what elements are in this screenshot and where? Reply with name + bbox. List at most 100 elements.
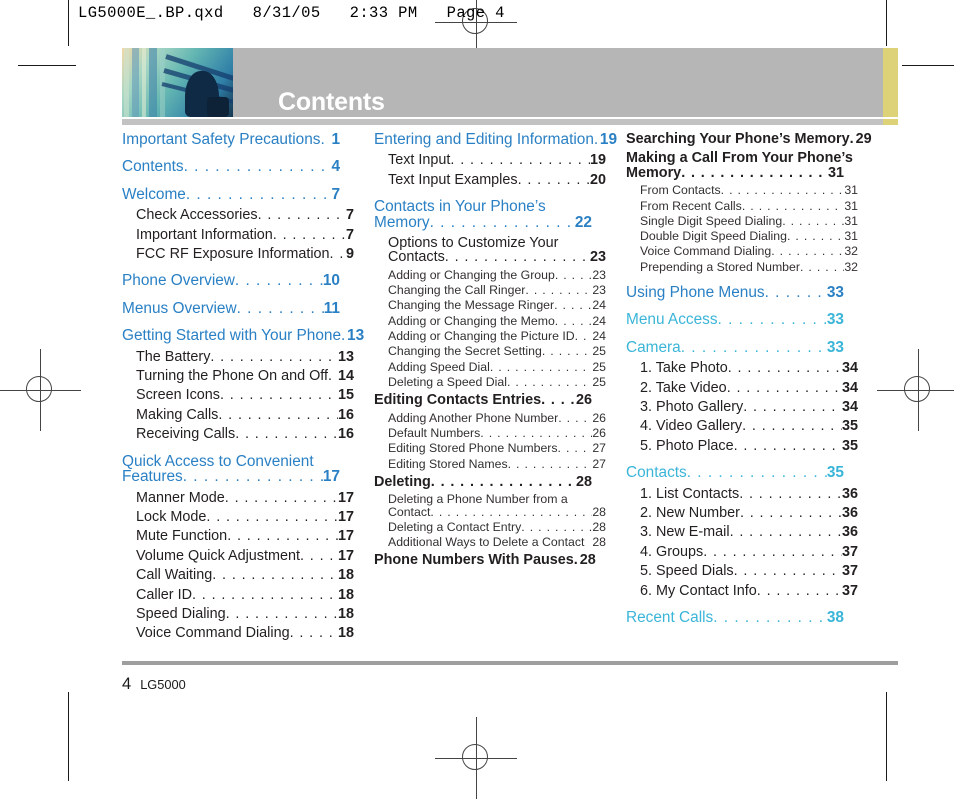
toc-entry[interactable]: Call Waiting . . . . . . . . . . . . . .… — [122, 568, 354, 583]
toc-entry[interactable]: Memory . . . . . . . . . . . . . . . . .… — [374, 214, 592, 230]
toc-entry-label: 3. New E-mail — [640, 524, 730, 541]
toc-entry[interactable]: Adding or Changing the Picture ID . . . … — [374, 330, 606, 343]
crop-mark-top-right-vertical — [886, 0, 888, 46]
toc-entry[interactable]: Welcome . . . . . . . . . . . . . . . . … — [122, 186, 340, 202]
toc-entry[interactable]: Contacts . . . . . . . . . . . . . . . .… — [374, 250, 606, 265]
toc-entry[interactable]: Caller ID . . . . . . . . . . . . . . . … — [122, 586, 354, 603]
toc-entry[interactable]: Editing Stored Phone Numbers . . . . . .… — [374, 442, 606, 455]
toc-entry-page: 31 — [844, 183, 858, 198]
toc-entry[interactable]: Contacts . . . . . . . . . . . . . . . .… — [626, 464, 844, 482]
crop-mark-bottom-left-vertical — [68, 692, 70, 781]
toc-entry[interactable]: 1. Take Photo . . . . . . . . . . . . . … — [626, 361, 858, 376]
toc-entry-label: Contacts — [626, 464, 687, 482]
toc-entry[interactable]: Using Phone Menus . . . . . . . . . . . … — [626, 285, 844, 301]
toc-entry[interactable]: 2. Take Video . . . . . . . . . . . . . … — [626, 380, 858, 395]
toc-entry[interactable]: Check Accessories . . . . . . . . . . . … — [122, 208, 354, 223]
toc-entry[interactable]: Menu Access . . . . . . . . . . . . . . … — [626, 311, 844, 329]
toc-entry[interactable]: From Contacts . . . . . . . . . . . . . … — [626, 183, 858, 198]
toc-entry[interactable]: Searching Your Phone’s Memory . . . . . … — [626, 132, 872, 147]
toc-entry[interactable]: Adding or Changing the Group . . . . . .… — [374, 268, 606, 282]
toc-entry[interactable]: Volume Quick Adjustment . . . . . . . . … — [122, 547, 354, 564]
toc-entry-page: 25 — [592, 359, 606, 374]
toc-leader-dots: . . . . . . . . . . . . . . . . . . . . … — [557, 442, 593, 455]
toc-entry[interactable]: 1. List Contacts . . . . . . . . . . . .… — [626, 486, 858, 501]
toc-entry[interactable]: Camera . . . . . . . . . . . . . . . . .… — [626, 339, 844, 355]
toc-entry[interactable]: Voice Command Dialing . . . . . . . . . … — [122, 626, 354, 641]
toc-entry[interactable]: Speed Dialing . . . . . . . . . . . . . … — [122, 605, 354, 622]
toc-entry-page: 34 — [841, 399, 858, 416]
toc-entry[interactable]: Contents . . . . . . . . . . . . . . . .… — [122, 159, 340, 175]
toc-entry[interactable]: 3. Photo Gallery . . . . . . . . . . . .… — [626, 399, 858, 416]
toc-entry[interactable]: From Recent Calls . . . . . . . . . . . … — [626, 199, 858, 212]
toc-entry-page: 18 — [337, 586, 354, 603]
toc-entry[interactable]: FCC RF Exposure Information . . . . . . … — [122, 247, 354, 262]
toc-entry-label: Menu Access — [626, 311, 718, 329]
toc-entry[interactable]: Memory . . . . . . . . . . . . . . . . .… — [626, 165, 844, 180]
toc-entry[interactable]: Turning the Phone On and Off . . . . . .… — [122, 369, 354, 384]
toc-entry[interactable]: Double Digit Speed Dialing . . . . . . .… — [626, 230, 858, 243]
toc-entry[interactable]: 4. Groups . . . . . . . . . . . . . . . … — [626, 544, 858, 559]
toc-entry[interactable]: Manner Mode . . . . . . . . . . . . . . … — [122, 490, 354, 505]
toc-entry[interactable]: Getting Started with Your Phone . . . . … — [122, 328, 364, 344]
toc-entry[interactable]: Additional Ways to Delete a Contact 28 — [374, 536, 606, 549]
toc-leader-dots: . . . . . . . . . . . . . . . . . . . . … — [329, 247, 346, 262]
toc-entry[interactable]: Menus Overview . . . . . . . . . . . . .… — [122, 299, 340, 317]
toc-entry[interactable]: Changing the Message Ringer . . . . . . … — [374, 298, 606, 313]
toc-leader-dots: . . . . . . . . . . . . . . . . . . . . … — [554, 268, 593, 282]
toc-entry[interactable]: Contacts in Your Phone’s — [374, 199, 592, 215]
toc-entry-page: 26 — [592, 410, 606, 425]
toc-entry[interactable]: Screen Icons . . . . . . . . . . . . . .… — [122, 387, 354, 404]
toc-entry[interactable]: 6. My Contact Info . . . . . . . . . . .… — [626, 583, 858, 598]
toc-entry[interactable]: Single Digit Speed Dialing . . . . . . .… — [626, 215, 858, 228]
toc-entry[interactable]: Lock Mode . . . . . . . . . . . . . . . … — [122, 509, 354, 524]
toc-entry[interactable]: Quick Access to Convenient — [122, 453, 340, 469]
toc-entry-label: Phone Overview — [122, 272, 235, 290]
toc-entry[interactable]: Adding Another Phone Number . . . . . . … — [374, 410, 606, 425]
toc-entry[interactable]: Voice Command Dialing . . . . . . . . . … — [626, 245, 858, 258]
toc-entry[interactable]: Editing Contacts Entries . . . . . . . .… — [374, 393, 592, 408]
toc-entry[interactable]: Recent Calls . . . . . . . . . . . . . .… — [626, 610, 844, 626]
toc-entry[interactable]: Prepending a Stored Number . . . . . . .… — [626, 260, 858, 273]
toc-entry[interactable]: Default Numbers . . . . . . . . . . . . … — [374, 427, 606, 440]
toc-entry[interactable]: Deleting a Contact Entry . . . . . . . .… — [374, 521, 606, 534]
toc-entry[interactable]: 5. Photo Place . . . . . . . . . . . . .… — [626, 438, 858, 453]
toc-leader-dots: . . . . . . . . . . . . . . . . . . . . … — [234, 273, 323, 289]
toc-entry[interactable]: Adding Speed Dial . . . . . . . . . . . … — [374, 359, 606, 374]
toc-entry[interactable]: 5. Speed Dials . . . . . . . . . . . . .… — [626, 563, 858, 580]
toc-entry-page: 11 — [323, 299, 340, 317]
toc-entry[interactable]: Adding or Changing the Memo . . . . . . … — [374, 314, 606, 327]
toc-entry[interactable]: The Battery . . . . . . . . . . . . . . … — [122, 349, 354, 364]
toc-entry[interactable]: 2. New Number . . . . . . . . . . . . . … — [626, 506, 858, 521]
toc-entry[interactable]: Deleting a Phone Number from a — [374, 493, 606, 506]
toc-entry[interactable]: Mute Function . . . . . . . . . . . . . … — [122, 529, 354, 544]
toc-entry-label: Screen Icons — [136, 387, 220, 404]
toc-entry[interactable]: Changing the Call Ringer . . . . . . . .… — [374, 284, 606, 297]
toc-entry[interactable]: Changing the Secret Setting . . . . . . … — [374, 345, 606, 358]
toc-entry[interactable]: Deleting . . . . . . . . . . . . . . . .… — [374, 474, 592, 489]
toc-entry[interactable]: Text Input . . . . . . . . . . . . . . .… — [374, 153, 606, 168]
toc-entry-label: Changing the Message Ringer — [388, 298, 555, 313]
toc-entry[interactable]: Important Safety Precautions . . . . . .… — [122, 131, 340, 148]
toc-entry-page: 1 — [331, 131, 340, 148]
toc-entry[interactable]: 3. New E-mail . . . . . . . . . . . . . … — [626, 524, 858, 541]
toc-entry[interactable]: Phone Overview . . . . . . . . . . . . .… — [122, 272, 340, 290]
toc-entry[interactable]: 4. Video Gallery . . . . . . . . . . . .… — [626, 419, 858, 434]
toc-entry-page: 37 — [841, 563, 858, 580]
toc-leader-dots: . . . . . . . . . . . . . . . . . . . . … — [525, 284, 592, 297]
toc-entry-page: 18 — [337, 605, 354, 622]
toc-entry[interactable]: Deleting a Speed Dial . . . . . . . . . … — [374, 374, 606, 389]
toc-entry-page: 25 — [592, 374, 606, 389]
toc-entry[interactable]: Options to Customize Your — [374, 236, 606, 251]
toc-entry[interactable]: Entering and Editing Information . . . .… — [374, 132, 617, 148]
toc-entry[interactable]: Contact . . . . . . . . . . . . . . . . … — [374, 505, 606, 518]
toc-entry[interactable]: Features . . . . . . . . . . . . . . . .… — [122, 469, 340, 485]
toc-entry[interactable]: Making a Call From Your Phone’s — [626, 151, 853, 166]
toc-entry[interactable]: Important Information . . . . . . . . . … — [122, 227, 354, 242]
toc-entry-page: 17 — [337, 547, 354, 564]
toc-entry[interactable]: Phone Numbers With Pauses . . . . . . . … — [374, 553, 596, 568]
toc-entry[interactable]: Editing Stored Names . . . . . . . . . .… — [374, 457, 606, 470]
toc-leader-dots: . . . . . . . . . . . . . . . . . . . . … — [507, 457, 593, 470]
toc-entry[interactable]: Text Input Examples . . . . . . . . . . … — [374, 172, 606, 187]
toc-entry[interactable]: Receiving Calls . . . . . . . . . . . . … — [122, 427, 354, 442]
toc-entry[interactable]: Making Calls . . . . . . . . . . . . . .… — [122, 407, 354, 422]
